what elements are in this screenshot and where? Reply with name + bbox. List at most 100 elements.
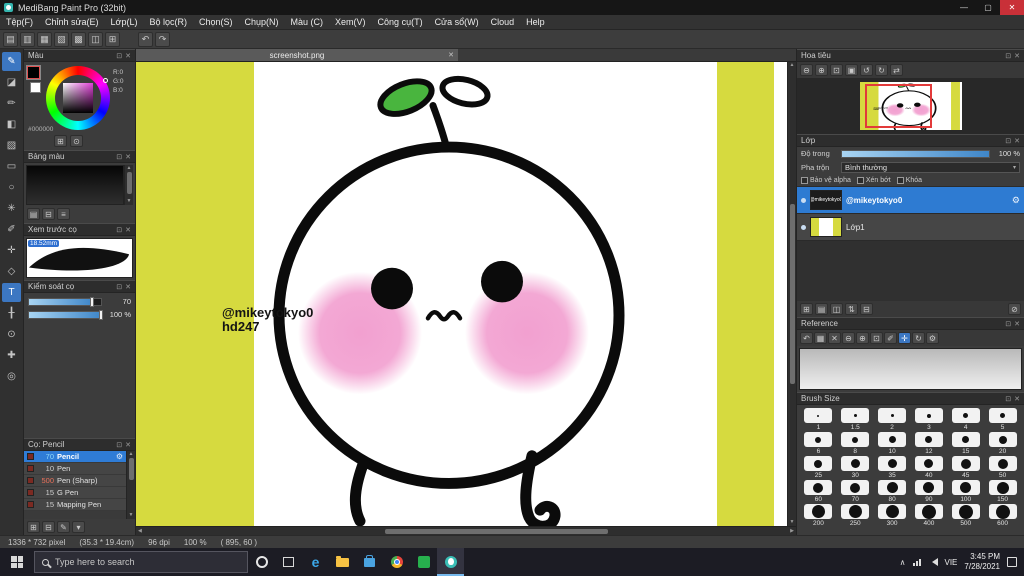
panel-close-icon[interactable]: ✕ xyxy=(125,441,131,449)
foreground-color-swatch[interactable] xyxy=(27,66,40,79)
taskbar-search-input[interactable]: Type here to search xyxy=(34,551,248,573)
menu-item[interactable]: Chỉnh sửa(E) xyxy=(39,15,105,29)
store-taskbar-button[interactable] xyxy=(356,548,383,576)
navigator-view-rect[interactable] xyxy=(865,84,932,128)
scroll-down-icon[interactable]: ▼ xyxy=(129,513,134,518)
panel-close-icon[interactable]: ✕ xyxy=(125,226,131,234)
scroll-thumb[interactable] xyxy=(129,458,134,480)
transform-tool[interactable]: ◇ xyxy=(2,262,21,281)
brush-size-cell[interactable]: 70 xyxy=(838,480,873,503)
brush-size-cell[interactable]: 50 xyxy=(985,456,1020,479)
scroll-thumb[interactable] xyxy=(790,204,795,384)
taskbar-clock[interactable]: 3:45 PM 7/28/2021 xyxy=(964,552,1000,572)
brush-settings-icon[interactable]: ⚙ xyxy=(116,452,123,461)
ref-rotate-icon[interactable]: ↻ xyxy=(912,332,925,344)
add-brush-icon[interactable]: ⊞ xyxy=(27,521,40,533)
undo-icon[interactable]: ↶ xyxy=(138,32,153,47)
scroll-thumb[interactable] xyxy=(385,529,608,534)
export-icon[interactable]: ▧ xyxy=(54,32,69,47)
lasso-tool[interactable]: ○ xyxy=(2,178,21,197)
brush-row[interactable]: 10 Pen ⚙ xyxy=(24,463,126,475)
navigator-thumbnail[interactable] xyxy=(860,82,962,130)
task-view-button[interactable] xyxy=(275,548,302,576)
brush-size-cell[interactable]: 90 xyxy=(911,480,946,503)
grid-icon[interactable]: ▩ xyxy=(71,32,86,47)
layer-settings-icon[interactable]: ⚙ xyxy=(1012,195,1020,206)
panel-close-icon[interactable]: ✕ xyxy=(125,153,131,161)
brush-size-cell[interactable]: 8 xyxy=(838,432,873,455)
ref-back-icon[interactable]: ↶ xyxy=(800,332,813,344)
brush-size-cell[interactable]: 500 xyxy=(948,504,983,527)
brush-slider[interactable] xyxy=(28,298,102,306)
magic-wand-tool[interactable]: ✳ xyxy=(2,199,21,218)
action-center-icon[interactable] xyxy=(1007,557,1017,567)
layer-option-checkbox[interactable]: Bảo vệ alpha xyxy=(801,177,851,184)
divide-tool[interactable]: ╂ xyxy=(2,304,21,323)
volume-icon[interactable] xyxy=(928,558,938,566)
brush-tool[interactable]: ✎ xyxy=(2,52,21,71)
brush-size-cell[interactable]: 600 xyxy=(985,504,1020,527)
brush-size-cell[interactable]: 15 xyxy=(948,432,983,455)
zoom-tool[interactable]: ◎ xyxy=(2,367,21,386)
hidden-icons-chevron[interactable]: ∧ xyxy=(900,558,906,567)
medibang-taskbar-button[interactable] xyxy=(437,548,464,576)
eraser-tool[interactable]: ◪ xyxy=(2,73,21,92)
document-tab[interactable]: screenshot.png ✕ xyxy=(136,49,458,61)
panel-close-icon[interactable]: ✕ xyxy=(1014,52,1020,60)
fill-tool[interactable]: ◧ xyxy=(2,115,21,134)
brush-size-cell[interactable]: 200 xyxy=(801,504,836,527)
save-icon[interactable]: ▦ xyxy=(37,32,52,47)
gradient-tool[interactable]: ▨ xyxy=(2,136,21,155)
menu-item[interactable]: Xem(V) xyxy=(329,15,372,29)
panel-float-icon[interactable]: ⊡ xyxy=(116,153,122,161)
checkbox-box[interactable] xyxy=(801,177,808,184)
layer-visibility-dot[interactable] xyxy=(801,198,806,203)
brush-row[interactable]: 70 Pencil ⚙ xyxy=(24,451,126,463)
select-tool[interactable]: ▭ xyxy=(2,157,21,176)
brush-size-cell[interactable]: 3 xyxy=(911,408,946,431)
scroll-up-icon[interactable]: ▲ xyxy=(127,166,132,171)
new-canvas-icon[interactable]: ▤ xyxy=(3,32,18,47)
brush-size-cell[interactable]: 30 xyxy=(838,456,873,479)
duplicate-layer-icon[interactable]: ◫ xyxy=(830,303,843,315)
screen-color-picker-icon[interactable]: ⊙ xyxy=(70,135,83,147)
maximize-button[interactable]: ▢ xyxy=(976,0,1000,15)
canvas-horizontal-scrollbar[interactable]: ◀ ▶ xyxy=(136,526,796,535)
panel-float-icon[interactable]: ⊡ xyxy=(1005,320,1011,328)
brush-size-cell[interactable]: 400 xyxy=(911,504,946,527)
add-color-icon[interactable]: ▤ xyxy=(27,208,40,220)
delete-layer-icon[interactable]: ⊘ xyxy=(1008,303,1021,315)
brush-size-cell[interactable]: 20 xyxy=(985,432,1020,455)
panel-float-icon[interactable]: ⊡ xyxy=(116,441,122,449)
scroll-down-icon[interactable]: ▼ xyxy=(790,520,795,525)
background-color-swatch[interactable] xyxy=(30,82,41,93)
brush-size-cell[interactable]: 1 xyxy=(801,408,836,431)
delete-color-icon[interactable]: ⊟ xyxy=(42,208,55,220)
menu-item[interactable]: Cửa sổ(W) xyxy=(429,15,485,29)
ref-open-icon[interactable]: ▦ xyxy=(814,332,827,344)
edit-brush-icon[interactable]: ✎ xyxy=(57,521,70,533)
checkbox-box[interactable] xyxy=(897,177,904,184)
hue-marker[interactable] xyxy=(103,78,108,83)
cortana-button[interactable] xyxy=(248,548,275,576)
network-icon[interactable] xyxy=(913,559,921,566)
menu-item[interactable]: Công cụ(T) xyxy=(372,15,429,29)
open-icon[interactable]: ▥ xyxy=(20,32,35,47)
layer-visibility-dot[interactable] xyxy=(801,225,806,230)
flip-view-icon[interactable]: ⇄ xyxy=(890,64,903,76)
saturation-value-square[interactable] xyxy=(63,83,93,113)
brush-slider[interactable] xyxy=(28,311,102,319)
scroll-left-icon[interactable]: ◀ xyxy=(138,528,142,534)
swap-color-icon[interactable]: ⊞ xyxy=(54,135,67,147)
redo-icon[interactable]: ↷ xyxy=(155,32,170,47)
layer-opacity-slider[interactable] xyxy=(841,150,990,158)
brush-size-cell[interactable]: 2 xyxy=(875,408,910,431)
brush-size-cell[interactable]: 40 xyxy=(911,456,946,479)
brush-size-cell[interactable]: 80 xyxy=(875,480,910,503)
start-button[interactable] xyxy=(0,548,34,576)
panel-close-icon[interactable]: ✕ xyxy=(125,52,131,60)
canvas-viewport[interactable] xyxy=(136,62,787,526)
ref-hand-icon[interactable]: ✛ xyxy=(898,332,911,344)
menu-item[interactable]: Bộ lọc(R) xyxy=(143,15,193,29)
canvas-vertical-scrollbar[interactable]: ▲ ▼ xyxy=(787,62,796,526)
